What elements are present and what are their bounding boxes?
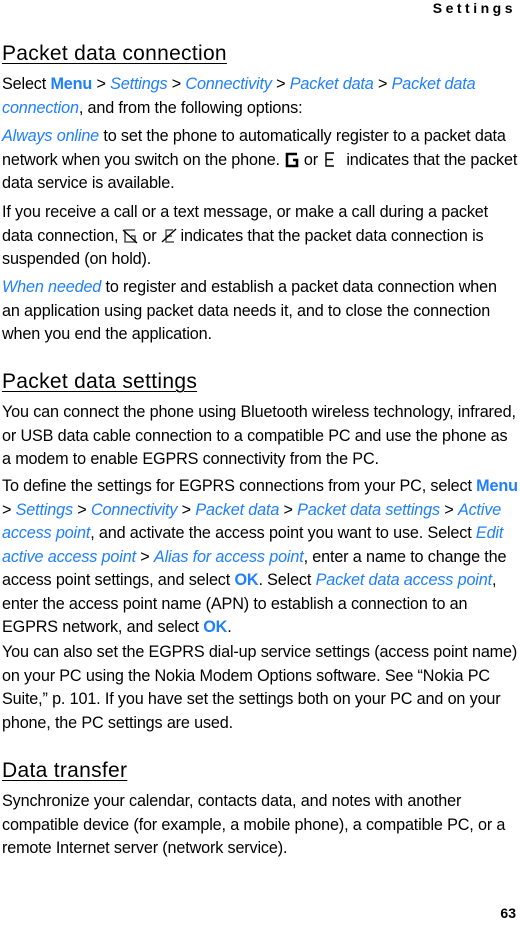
gprs-suspended-icon <box>122 226 138 244</box>
para-text: , and activate the access point you want… <box>90 524 476 542</box>
path-separator: > <box>271 75 290 93</box>
egprs-available-icon <box>322 150 338 168</box>
always-online-term: Always online <box>2 127 100 145</box>
packet-settings-para-2: To define the settings for EGPRS connect… <box>2 475 518 640</box>
para-text: To define the settings for EGPRS connect… <box>2 477 477 495</box>
page-number: 63 <box>500 905 516 921</box>
path-separator: > <box>279 500 298 519</box>
when-needed-term: When needed <box>2 278 102 296</box>
path-packet-data-settings: Packet data settings <box>297 500 440 519</box>
para-text: . <box>227 618 232 636</box>
path-packet-data: Packet data <box>289 75 374 93</box>
para-text: . Select <box>258 571 316 589</box>
path-separator: > <box>373 75 392 93</box>
intro-tail: , and from the following options: <box>78 98 303 117</box>
section-title-packet-data-connection: Packet data connection <box>2 42 227 65</box>
path-separator: > <box>92 75 111 93</box>
always-online-option: Always online to set the phone to automa… <box>2 125 518 196</box>
ok-keyword: OK <box>234 571 259 589</box>
packet-settings-para-3: You can also set the EGPRS dial-up servi… <box>2 643 518 732</box>
or-text: or <box>303 150 318 169</box>
packet-settings-para-1: You can connect the phone using Bluetoot… <box>2 403 516 468</box>
data-transfer-para-1: Synchronize your calendar, contacts data… <box>2 792 506 857</box>
ok-keyword: OK <box>203 618 228 636</box>
path-separator: > <box>2 500 16 519</box>
when-needed-option: When needed to register and establish a … <box>2 276 518 347</box>
path-separator: > <box>135 547 154 566</box>
menu-keyword: Menu <box>476 477 518 495</box>
path-separator: > <box>167 75 186 93</box>
intro-text: Select <box>2 75 51 93</box>
suspended-note: If you receive a call or a text message,… <box>2 201 518 272</box>
section-title-data-transfer: Data transfer <box>2 759 128 782</box>
running-header: Settings <box>432 0 516 16</box>
path-settings: Settings <box>110 75 168 93</box>
gprs-available-icon <box>284 150 300 168</box>
path-packet-data: Packet data <box>195 500 280 519</box>
egprs-suspended-icon <box>161 226 177 244</box>
section-title-packet-data-settings: Packet data settings <box>2 370 198 393</box>
path-separator: > <box>177 500 196 519</box>
or-text: or <box>142 226 157 245</box>
path-connectivity: Connectivity <box>185 75 272 93</box>
path-connectivity: Connectivity <box>90 500 178 519</box>
packet-data-access-point-term: Packet data access point <box>315 571 493 589</box>
alias-for-access-point-term: Alias for access point <box>153 547 304 566</box>
path-settings: Settings <box>15 500 73 519</box>
packet-connection-intro: Select Menu > Settings > Connectivity > … <box>2 73 518 120</box>
path-separator: > <box>439 500 458 519</box>
menu-keyword: Menu <box>50 75 93 93</box>
path-separator: > <box>72 500 91 519</box>
